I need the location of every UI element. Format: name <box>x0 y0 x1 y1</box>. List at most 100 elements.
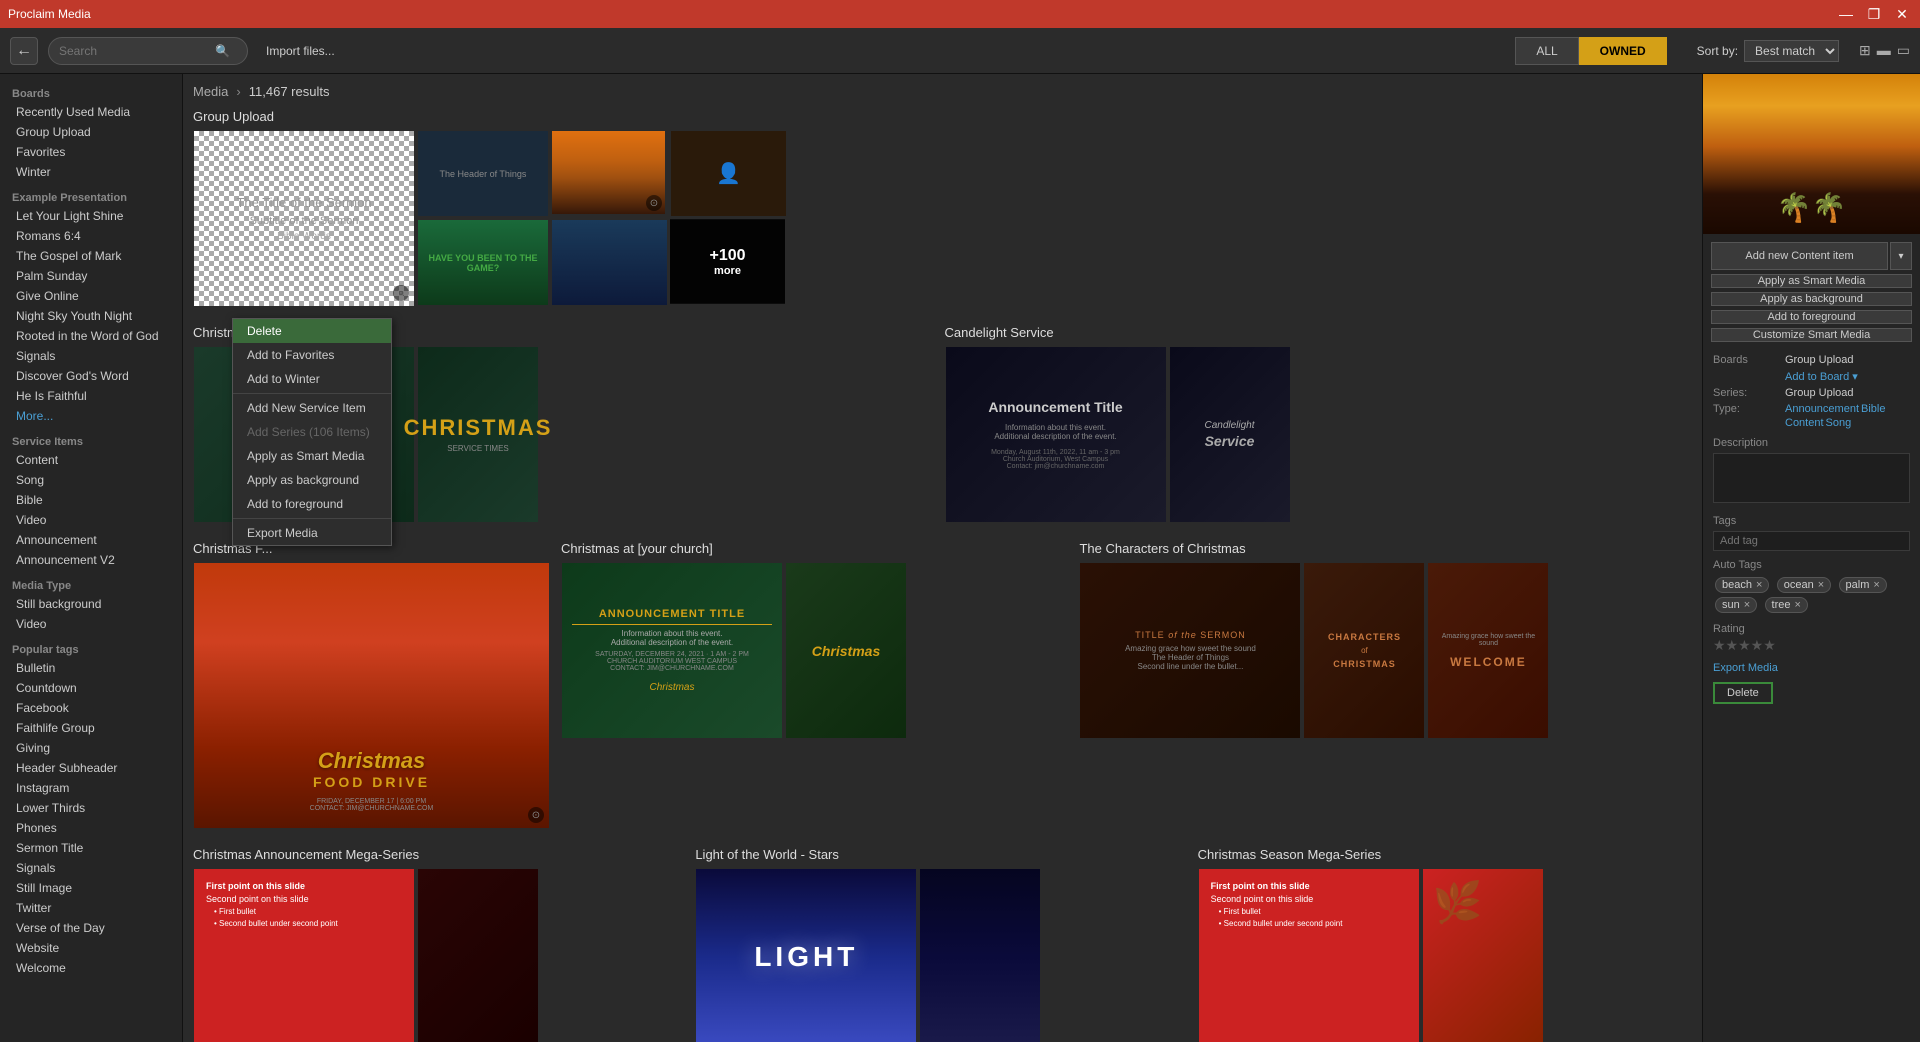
sidebar-tag-phones[interactable]: Phones <box>0 818 182 838</box>
thumb-characters-welcome[interactable]: Amazing grace how sweet the sound WELCOM… <box>1427 562 1547 737</box>
remove-palm[interactable]: × <box>1873 579 1879 591</box>
sidebar-tag-signals[interactable]: Signals <box>0 858 182 878</box>
background-button[interactable]: Apply as background <box>1711 292 1912 306</box>
sidebar-item-video[interactable]: Video <box>0 510 182 530</box>
foreground-button[interactable]: Add to foreground <box>1711 310 1912 324</box>
sidebar-item-faithful[interactable]: He Is Faithful <box>0 386 182 406</box>
list-view-icon[interactable]: ▭ <box>1897 42 1910 59</box>
thumb-season-text[interactable]: First point on this slide Second point o… <box>1198 868 1418 1042</box>
tab-owned[interactable]: OWNED <box>1579 37 1667 65</box>
sidebar-tag-bulletin[interactable]: Bulletin <box>0 658 182 678</box>
maximize-button[interactable]: ❐ <box>1864 6 1884 23</box>
sidebar-tag-facebook[interactable]: Facebook <box>0 698 182 718</box>
sidebar-item-group-upload[interactable]: Group Upload <box>0 122 182 142</box>
remove-ocean[interactable]: × <box>1818 579 1824 591</box>
sidebar-item-give-online[interactable]: Give Online <box>0 286 182 306</box>
close-button[interactable]: ✕ <box>1892 6 1912 23</box>
slider-icon[interactable]: ▬ <box>1877 42 1891 59</box>
type-song[interactable]: Song <box>1826 417 1852 429</box>
tag-input[interactable] <box>1713 531 1910 551</box>
sidebar-item-still-bg[interactable]: Still background <box>0 594 182 614</box>
sidebar-item-bible[interactable]: Bible <box>0 490 182 510</box>
sidebar-tag-giving[interactable]: Giving <box>0 738 182 758</box>
add-content-arrow[interactable]: ▾ <box>1890 242 1912 270</box>
context-add-winter[interactable]: Add to Winter <box>233 367 391 391</box>
sidebar-item-more[interactable]: More... <box>0 406 182 426</box>
smart-media-button[interactable]: Apply as Smart Media <box>1711 274 1912 288</box>
star-rating[interactable]: ★★★★★ <box>1713 637 1910 654</box>
sidebar-item-palm-sunday[interactable]: Palm Sunday <box>0 266 182 286</box>
sidebar-item-announcement-v2[interactable]: Announcement V2 <box>0 550 182 570</box>
remove-beach[interactable]: × <box>1756 579 1762 591</box>
sidebar-tag-faithlife[interactable]: Faithlife Group <box>0 718 182 738</box>
type-announcement[interactable]: Announcement <box>1785 403 1859 415</box>
thumb-water[interactable] <box>551 219 666 304</box>
context-smart-media[interactable]: Apply as Smart Media <box>233 444 391 468</box>
delete-button-bottom[interactable]: Delete <box>1713 682 1773 704</box>
sidebar-item-night-sky[interactable]: Night Sky Youth Night <box>0 306 182 326</box>
remove-tree[interactable]: × <box>1795 599 1801 611</box>
sidebar-tag-sermon[interactable]: Sermon Title <box>0 838 182 858</box>
thumb-christmas-star[interactable]: CHRISTMAS SERVICE TIMES <box>417 346 537 521</box>
sidebar-tag-header[interactable]: Header Subheader <box>0 758 182 778</box>
type-bible[interactable]: Bible <box>1861 403 1885 415</box>
sidebar-tag-instagram[interactable]: Instagram <box>0 778 182 798</box>
search-input[interactable] <box>59 44 209 58</box>
sidebar-tag-welcome[interactable]: Welcome <box>0 958 182 978</box>
context-new-service[interactable]: Add New Service Item <box>233 396 391 420</box>
thumb-light-main[interactable]: LIGHT <box>695 868 915 1042</box>
sidebar-tag-countdown[interactable]: Countdown <box>0 678 182 698</box>
thumb-mega-dark[interactable] <box>417 868 537 1042</box>
description-box[interactable] <box>1713 453 1910 503</box>
thumb-game[interactable]: HAVE YOU BEEN TO THE GAME? <box>417 219 547 304</box>
context-background[interactable]: Apply as background <box>233 468 391 492</box>
sidebar-tag-twitter[interactable]: Twitter <box>0 898 182 918</box>
sidebar-tag-website[interactable]: Website <box>0 938 182 958</box>
sidebar-item-discover[interactable]: Discover God's Word <box>0 366 182 386</box>
import-button[interactable]: Import files... <box>258 40 343 62</box>
add-content-button[interactable]: Add new Content item <box>1711 242 1888 270</box>
thumb-characters-main[interactable]: TITLE of the SERMON Amazing grace how sw… <box>1079 562 1299 737</box>
thumb-more[interactable]: +100 more <box>670 219 785 304</box>
tab-all[interactable]: ALL <box>1515 37 1578 65</box>
sidebar-item-gospel-mark[interactable]: The Gospel of Mark <box>0 246 182 266</box>
sidebar-item-rooted[interactable]: Rooted in the Word of God <box>0 326 182 346</box>
context-add-favorites[interactable]: Add to Favorites <box>233 343 391 367</box>
customize-button[interactable]: Customize Smart Media <box>1711 328 1912 342</box>
thumb-header-things[interactable]: The Header of Things <box>417 130 547 215</box>
thumb-beach-palm[interactable]: ⊙ <box>551 130 666 215</box>
sort-select[interactable]: Best match <box>1744 40 1839 62</box>
thumb-mega-red[interactable]: First point on this slide Second point o… <box>193 868 413 1042</box>
thumb-food-drive[interactable]: Christmas FOOD DRIVE FRIDAY, DECEMBER 17… <box>193 562 548 827</box>
export-link[interactable]: Export Media <box>1703 658 1920 678</box>
thumb-candle-logo[interactable]: CandlelightService <box>1169 346 1289 521</box>
thumb-sermon-checker[interactable]: The Title of the Sermon Subtitle of the … <box>193 130 413 305</box>
type-content[interactable]: Content <box>1785 417 1824 429</box>
sidebar-item-song[interactable]: Song <box>0 470 182 490</box>
sidebar-item-favorites[interactable]: Favorites <box>0 142 182 162</box>
thumb-candle-announce[interactable]: Announcement Title Information about thi… <box>945 346 1165 521</box>
sidebar-item-light-shine[interactable]: Let Your Light Shine <box>0 206 182 226</box>
context-export[interactable]: Export Media <box>233 521 391 545</box>
context-delete[interactable]: Delete <box>233 319 391 343</box>
thumb-church-announce[interactable]: ANNOUNCEMENT TITLE Information about thi… <box>561 562 781 737</box>
grid-view-icon[interactable]: ⊞ <box>1859 42 1871 59</box>
sidebar-item-winter[interactable]: Winter <box>0 162 182 182</box>
sidebar-item-recently-used[interactable]: Recently Used Media <box>0 102 182 122</box>
add-to-board-link[interactable]: Add to Board ▾ <box>1785 370 1858 383</box>
thumb-person[interactable]: 👤 <box>670 130 785 215</box>
sidebar-tag-verse[interactable]: Verse of the Day <box>0 918 182 938</box>
remove-sun[interactable]: × <box>1744 599 1750 611</box>
sidebar-tag-still-image[interactable]: Still Image <box>0 878 182 898</box>
thumb-season-red[interactable]: 🌿 <box>1422 868 1542 1042</box>
context-foreground[interactable]: Add to foreground <box>233 492 391 516</box>
back-button[interactable]: ← <box>10 37 38 65</box>
sidebar-item-content[interactable]: Content <box>0 450 182 470</box>
thumb-characters-logo[interactable]: CHARACTERS of CHRISTMAS <box>1303 562 1423 737</box>
thumb-church-christmas[interactable]: Christmas <box>785 562 905 737</box>
sidebar-tag-lower-thirds[interactable]: Lower Thirds <box>0 798 182 818</box>
minimize-button[interactable]: — <box>1836 6 1856 23</box>
thumb-light-stars[interactable] <box>919 868 1039 1042</box>
sidebar-item-romans[interactable]: Romans 6:4 <box>0 226 182 246</box>
sidebar-item-announcement[interactable]: Announcement <box>0 530 182 550</box>
